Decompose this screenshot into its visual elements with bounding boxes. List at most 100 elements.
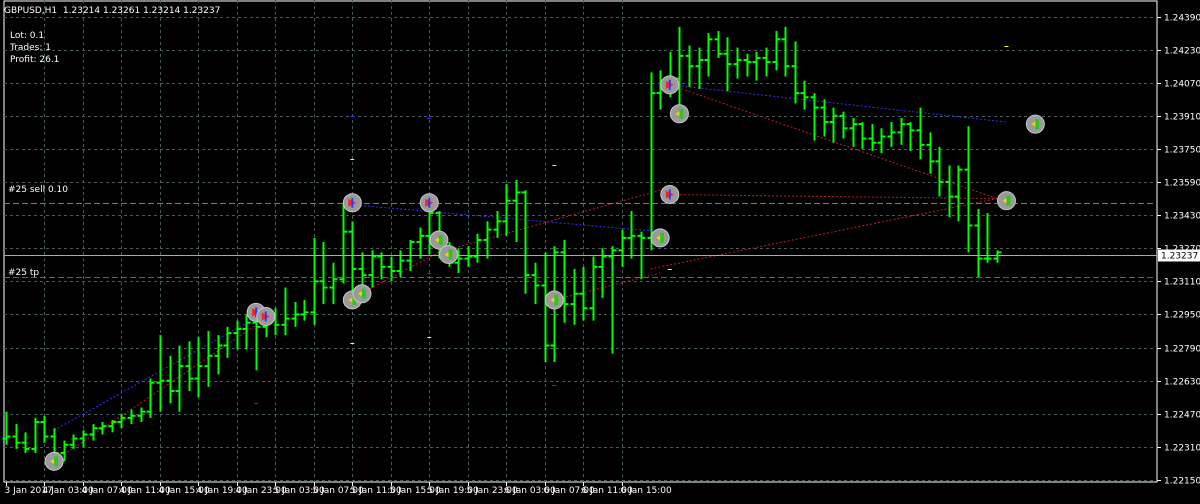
- ohlc-bar: [194, 337, 203, 398]
- trade-marker: [669, 104, 689, 124]
- trade-link-line: [660, 193, 997, 200]
- ohlc-bar: [839, 111, 848, 139]
- take-profit-label: #25 tp: [8, 268, 40, 278]
- trade-marker: [1025, 114, 1045, 134]
- ohlc-bar: [695, 47, 704, 89]
- price-tick-label: 1.23750: [1164, 146, 1200, 156]
- trade-marker: [544, 290, 564, 310]
- ohlc-chart-svg[interactable]: 1.24390 1.24230 1.24070 1.23910 1.23750 1.235…: [0, 0, 1200, 500]
- ohlc-bar: [704, 33, 713, 77]
- time-axis: 3 Jan 20174 Jan 03:004 Jan 07:004 Jan 11…: [5, 482, 673, 496]
- ohlc-bar: [752, 51, 761, 81]
- ohlc-bar: [214, 335, 223, 375]
- ohlc-bar: [502, 184, 511, 236]
- ohlc-bar: [493, 211, 502, 238]
- trade-link-line: [650, 198, 997, 270]
- trade-marker: [660, 184, 680, 204]
- ohlc-bar: [166, 355, 175, 404]
- marker-arrow-bar: [448, 249, 453, 260]
- marker-arrow-bar: [679, 108, 684, 119]
- ohlc-bar: [483, 221, 492, 259]
- plot-frame: [3, 0, 1158, 483]
- ohlc-bar: [781, 26, 790, 77]
- ohlc-bar: [69, 434, 78, 449]
- ohlc-bar: [906, 122, 915, 152]
- ohlc-bar: [531, 262, 540, 305]
- ohlc-bar: [647, 72, 656, 251]
- trades-label: Trades: 1: [10, 43, 51, 53]
- chart-header: GBPUSD,H1 1.23214 1.23261 1.23214 1.2323…: [4, 6, 220, 17]
- ohlc-bar: [608, 246, 617, 354]
- ohlc-bar: [887, 122, 896, 147]
- price-tick-label: 1.22310: [1164, 444, 1200, 454]
- marker-arrow-bar: [668, 189, 671, 200]
- ohlc-bar: [79, 430, 88, 447]
- ohlc-bar: [242, 314, 251, 350]
- trade-marker: [352, 284, 372, 304]
- time-tick-label: 6 Jan 15:00: [621, 486, 673, 496]
- ohlc-bar: [339, 202, 348, 284]
- ohlc-bar: [358, 252, 367, 288]
- trade-marker: [660, 75, 680, 95]
- price-tick-label: 1.22150: [1164, 477, 1200, 487]
- ohlc-bar: [954, 165, 963, 222]
- marker-arrow-bar: [428, 197, 431, 208]
- ohlc-bar: [733, 47, 742, 79]
- ohlc-bar: [897, 117, 906, 145]
- ohlc-bar: [319, 242, 328, 305]
- ohlc-bar: [377, 252, 386, 280]
- ohlc-bar: [396, 250, 405, 278]
- ohlc-bar: [204, 330, 213, 387]
- ohlc-bar: [714, 31, 723, 58]
- ohlc-bar: [89, 424, 98, 441]
- ohlc-bar: [108, 419, 117, 433]
- ohlc-bar: [156, 335, 165, 412]
- symbol-label: GBPUSD,H1: [4, 6, 58, 16]
- marker-arrow-bar: [54, 456, 59, 467]
- sell-order-label: #25 sell 0.10: [8, 185, 68, 195]
- profit-label: Profit: 26.1: [10, 55, 60, 65]
- ohlc-bar: [675, 26, 684, 112]
- ohlc-bar: [98, 422, 107, 435]
- marker-arrow-bar: [1035, 119, 1040, 130]
- ohlc-bar: [935, 146, 944, 197]
- ohlc-bar: [416, 227, 425, 259]
- price-tick-label: 1.23910: [1164, 113, 1200, 123]
- trade-marker: [439, 244, 459, 264]
- ohlc-bar: [117, 413, 126, 429]
- marker-arrow-bar: [660, 232, 665, 243]
- current-price-label: 1.23237: [1161, 252, 1198, 262]
- price-chart[interactable]: 1.24390 1.24230 1.24070 1.23910 1.23750 1.235…: [0, 0, 1200, 500]
- marker-arrow-bar: [668, 79, 671, 90]
- marker-arrow-bar: [1006, 195, 1011, 206]
- ohlc-bar: [627, 211, 636, 259]
- trade-link-line: [438, 189, 661, 253]
- trade-marker: [650, 228, 670, 248]
- ohlc-bar: [743, 53, 752, 77]
- trade-marker: [419, 193, 439, 213]
- marker-arrow-bar: [438, 234, 443, 245]
- price-tick-label: 1.23110: [1164, 278, 1200, 288]
- ohlc-bar: [762, 47, 771, 77]
- ohlc-bar: [281, 287, 290, 336]
- ohlc-bar: [21, 432, 30, 454]
- price-tick-label: 1.24070: [1164, 80, 1200, 90]
- price-tick-label: 1.23590: [1164, 179, 1200, 189]
- ohlc-bar: [31, 417, 40, 454]
- ohlc-bar: [175, 345, 184, 412]
- ohlc-bar: [329, 262, 338, 305]
- ohlc-bar: [579, 266, 588, 321]
- ohlc-bar: [618, 229, 627, 267]
- ohlc-bar: [974, 208, 983, 278]
- ohlc-bar: [810, 93, 819, 141]
- ohlc-bar: [723, 37, 732, 92]
- ohlc-bar: [964, 126, 973, 253]
- ohlc-bar: [512, 179, 521, 243]
- ohlc-bar: [560, 239, 569, 323]
- ohlc-bar: [425, 204, 434, 255]
- ohlc-bar: [685, 45, 694, 87]
- ohlc-bar: [12, 424, 21, 449]
- ohlc-bars: [2, 26, 1002, 464]
- price-tick-label: 1.22470: [1164, 411, 1200, 421]
- ohlc-bar: [464, 246, 473, 267]
